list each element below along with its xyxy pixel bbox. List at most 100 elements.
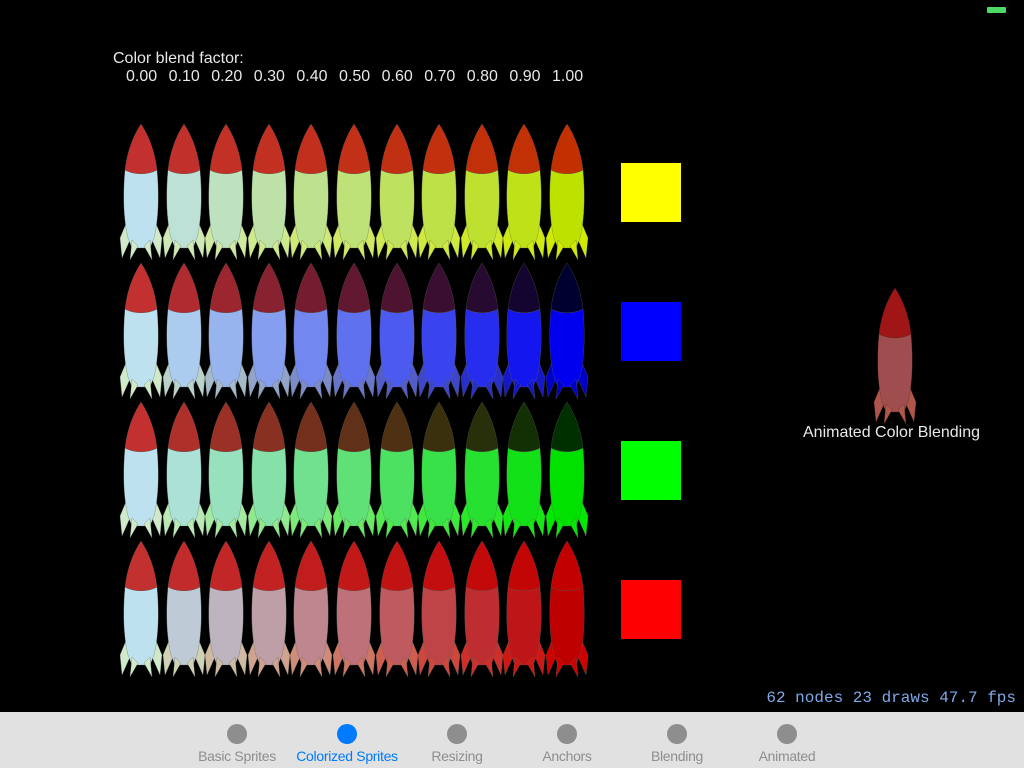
rocket-sprite-green-1 (162, 401, 205, 539)
rocket-body (208, 169, 244, 249)
rocket-sprite-yellow-7 (417, 123, 461, 261)
tab-circle-icon (227, 724, 247, 744)
tab-animated[interactable]: Animated (732, 712, 842, 768)
rocket-sprite-green-6 (375, 401, 418, 539)
rocket-sprite-yellow-5 (332, 123, 376, 261)
rocket-body (421, 586, 457, 666)
rocket-sprite-blue-3 (247, 262, 291, 400)
rocket-sprite-red-0 (119, 540, 163, 678)
rocket-nose (167, 540, 200, 591)
tab-colorized-sprites[interactable]: Colorized Sprites (292, 712, 402, 768)
tab-label: Resizing (431, 748, 483, 764)
rocket-sprite-green-9 (503, 401, 546, 539)
animated-color-blending-label: Animated Color Blending (803, 424, 980, 441)
tint-swatch-blue (621, 302, 681, 361)
rocket-nose (465, 540, 499, 591)
rocket-nose (124, 540, 158, 591)
rocket-nose (124, 123, 158, 174)
sprite-scene: Color blend factor: 0.00 0.10 0.20 0.30 0.40… (0, 0, 1024, 712)
tab-circle-icon (337, 724, 357, 744)
rocket-sprite-blue-10 (545, 262, 589, 400)
tab-label: Basic Sprites (198, 748, 276, 764)
tab-blending[interactable]: Blending (622, 712, 732, 768)
rocket-nose (295, 262, 328, 313)
rocket-sprite-red-3 (247, 540, 291, 678)
rocket-body (379, 586, 415, 666)
rocket-nose (465, 123, 499, 174)
rocket-sprite-yellow-6 (375, 123, 418, 261)
rocket-body (336, 169, 372, 249)
rocket-body (123, 447, 159, 527)
blend-factor-label: 0.60 (381, 68, 413, 85)
rocket-sprite-blue-6 (375, 262, 418, 400)
animated-rocket (873, 287, 917, 425)
rocket-body (251, 586, 287, 666)
tint-swatch-yellow (621, 163, 681, 222)
rocket-body (166, 586, 202, 666)
rocket-body (506, 169, 542, 249)
rocket-nose (550, 262, 584, 313)
rocket-body (464, 308, 500, 388)
rocket-body (336, 447, 372, 527)
tab-resizing[interactable]: Resizing (402, 712, 512, 768)
rocket-nose (124, 401, 158, 452)
rocket-nose (508, 540, 541, 591)
tab-basic-sprites[interactable]: Basic Sprites (182, 712, 292, 768)
rocket-sprite-green-8 (460, 401, 504, 539)
battery-icon (987, 7, 1006, 13)
rocket-sprite-green-2 (204, 401, 248, 539)
rocket-nose (252, 262, 286, 313)
rocket-sprite-red-5 (332, 540, 376, 678)
rocket-sprite-blue-5 (332, 262, 376, 400)
tint-swatch-green (621, 441, 681, 500)
tab-circle-icon (667, 724, 687, 744)
tab-anchors[interactable]: Anchors (512, 712, 622, 768)
rocket-sprite-blue-4 (290, 262, 333, 400)
rocket-body (166, 447, 202, 527)
rocket-nose (465, 262, 499, 313)
rocket-body (336, 308, 372, 388)
blend-factor-label: 0.90 (509, 68, 541, 85)
tab-bar: Basic Sprites Colorized Sprites Resizing An… (0, 712, 1024, 768)
rocket-body (208, 308, 244, 388)
rocket-body (123, 169, 159, 249)
rocket-nose (252, 401, 286, 452)
rocket-sprite-red-6 (375, 540, 418, 678)
rocket-body (208, 447, 244, 527)
rocket-sprite-blue-1 (162, 262, 205, 400)
rocket-nose (550, 540, 584, 591)
blend-factor-label: 0.30 (253, 68, 285, 85)
rocket-body (336, 586, 372, 666)
rocket-nose (422, 262, 456, 313)
blend-factor-title: Color blend factor: (113, 50, 244, 67)
rocket-body (293, 586, 329, 666)
blend-factor-label: 0.10 (168, 68, 200, 85)
rocket-body (506, 586, 542, 666)
tint-swatch-red (621, 580, 681, 639)
rocket-sprite-green-5 (332, 401, 376, 539)
rocket-sprite-blue-7 (417, 262, 461, 400)
rocket-sprite-red-7 (417, 540, 461, 678)
rocket-nose (252, 123, 286, 174)
blend-factor-label: 0.20 (211, 68, 243, 85)
rocket-body (549, 586, 585, 666)
rocket-nose (209, 262, 243, 313)
rocket-nose (422, 540, 456, 591)
rocket-sprite-blue-0 (119, 262, 163, 400)
rocket-body (293, 447, 329, 527)
rocket-nose (167, 123, 200, 174)
rocket-body (166, 169, 202, 249)
tab-circle-icon (557, 724, 577, 744)
rocket-sprite-blue-2 (204, 262, 248, 400)
tab-label: Blending (650, 748, 704, 764)
rocket-body (421, 169, 457, 249)
rocket-nose (508, 123, 541, 174)
rocket-body (251, 308, 287, 388)
rocket-nose (209, 123, 243, 174)
rocket-nose (209, 540, 243, 591)
rocket-sprite-red-9 (503, 540, 546, 678)
rocket-body (293, 169, 329, 249)
rocket-body (549, 308, 585, 388)
rocket-sprite-green-3 (247, 401, 291, 539)
rocket-body (379, 447, 415, 527)
